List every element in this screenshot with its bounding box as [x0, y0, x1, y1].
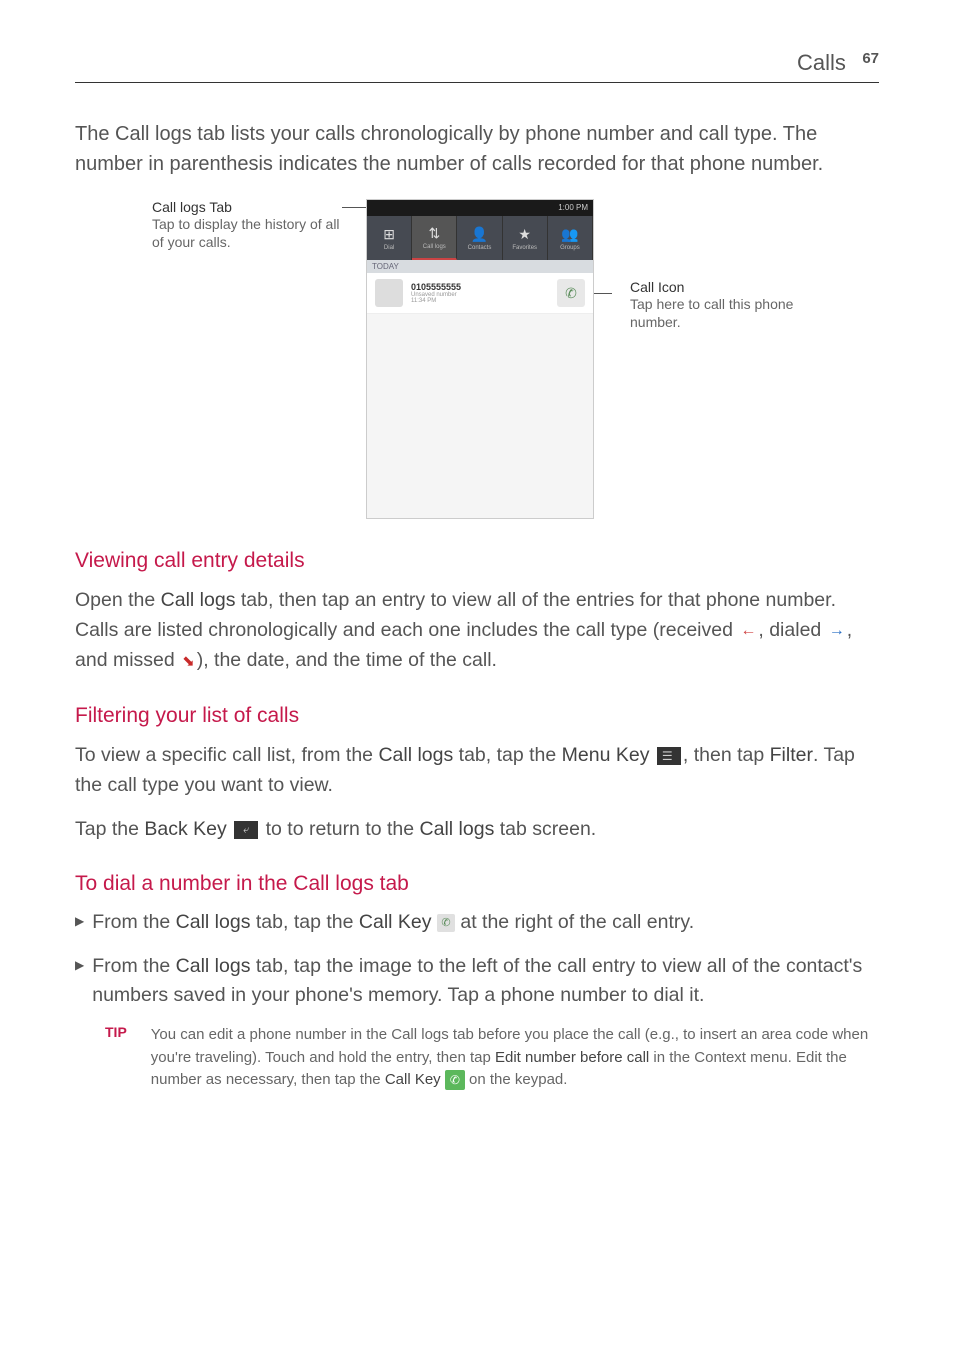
tip-block: TIP You can edit a phone number in the C… [105, 1024, 879, 1092]
call-info: 0105555555 Unsaved number 11:34 PM [411, 282, 557, 304]
right-annotation-title: Call Icon [630, 279, 802, 295]
bullet-icon: ▶ [75, 914, 84, 937]
call-button[interactable]: ✆ [557, 279, 585, 307]
intro-paragraph: The Call logs tab lists your calls chron… [75, 119, 879, 179]
today-label: TODAY [367, 260, 593, 273]
phone-icon: ✆ [565, 285, 577, 302]
connector-line [342, 207, 366, 208]
received-icon: ← [740, 619, 756, 644]
filtering-paragraph-1: To view a specific call list, from the C… [75, 740, 879, 800]
right-annotation-desc: Tap here to call this phone number. [630, 295, 802, 331]
header-title: Calls [797, 50, 846, 75]
star-icon: ★ [518, 226, 531, 243]
call-number: 0105555555 [411, 282, 557, 292]
status-time: 1:00 PM [558, 203, 588, 212]
filtering-heading: Filtering your list of calls [75, 704, 879, 728]
missed-icon: ⬊ [182, 650, 195, 673]
menu-key-icon [657, 747, 681, 765]
viewing-paragraph: Open the Call logs tab, then tap an entr… [75, 585, 879, 676]
back-key-icon: ⤶ [234, 821, 258, 839]
call-sub-2: 11:34 PM [411, 298, 557, 304]
dial-heading: To dial a number in the Call logs tab [75, 872, 879, 896]
tip-text: You can edit a phone number in the Call … [151, 1024, 879, 1092]
page-header: Calls 67 [75, 50, 879, 83]
tab-favorites[interactable]: ★Favorites [503, 216, 548, 260]
call-key-icon: ✆ [437, 914, 455, 932]
tab-groups[interactable]: 👥Groups [548, 216, 593, 260]
bullet-icon: ▶ [75, 958, 84, 1011]
left-annotation-desc: Tap to display the history of all of you… [152, 215, 342, 251]
logs-icon: ⇅ [428, 225, 440, 242]
call-key-green-icon: ✆ [445, 1070, 465, 1090]
left-annotation: Call logs Tab Tap to display the history… [152, 199, 342, 251]
status-bar: 1:00 PM [367, 200, 593, 216]
filtering-paragraph-2: Tap the Back Key ⤶ to to return to the C… [75, 814, 879, 844]
left-annotation-title: Call logs Tab [152, 199, 342, 215]
diagram: Call logs Tab Tap to display the history… [75, 199, 879, 519]
phone-screenshot: 1:00 PM ⊞Dial ⇅Call logs 👤Contacts ★Favo… [366, 199, 594, 519]
dialed-icon: → [829, 619, 845, 644]
tab-contacts[interactable]: 👤Contacts [457, 216, 502, 260]
phone-tabs: ⊞Dial ⇅Call logs 👤Contacts ★Favorites 👥G… [367, 216, 593, 260]
avatar-icon [375, 279, 403, 307]
call-entry[interactable]: 0105555555 Unsaved number 11:34 PM ✆ [367, 273, 593, 314]
bullet-1-content: From the Call logs tab, tap the Call Key… [92, 908, 879, 937]
bullet-2: ▶ From the Call logs tab, tap the image … [75, 952, 879, 1011]
page-number: 67 [862, 50, 879, 67]
tab-call-logs[interactable]: ⇅Call logs [412, 216, 457, 260]
bullet-2-content: From the Call logs tab, tap the image to… [92, 952, 879, 1011]
right-annotation: Call Icon Tap here to call this phone nu… [612, 199, 802, 331]
groups-icon: 👥 [561, 226, 578, 243]
viewing-heading: Viewing call entry details [75, 549, 879, 573]
connector-line-right [594, 293, 612, 294]
tip-label: TIP [105, 1024, 127, 1092]
bullet-1: ▶ From the Call logs tab, tap the Call K… [75, 908, 879, 937]
contacts-icon: 👤 [471, 226, 488, 243]
dial-icon: ⊞ [383, 226, 395, 243]
tab-dial[interactable]: ⊞Dial [367, 216, 412, 260]
